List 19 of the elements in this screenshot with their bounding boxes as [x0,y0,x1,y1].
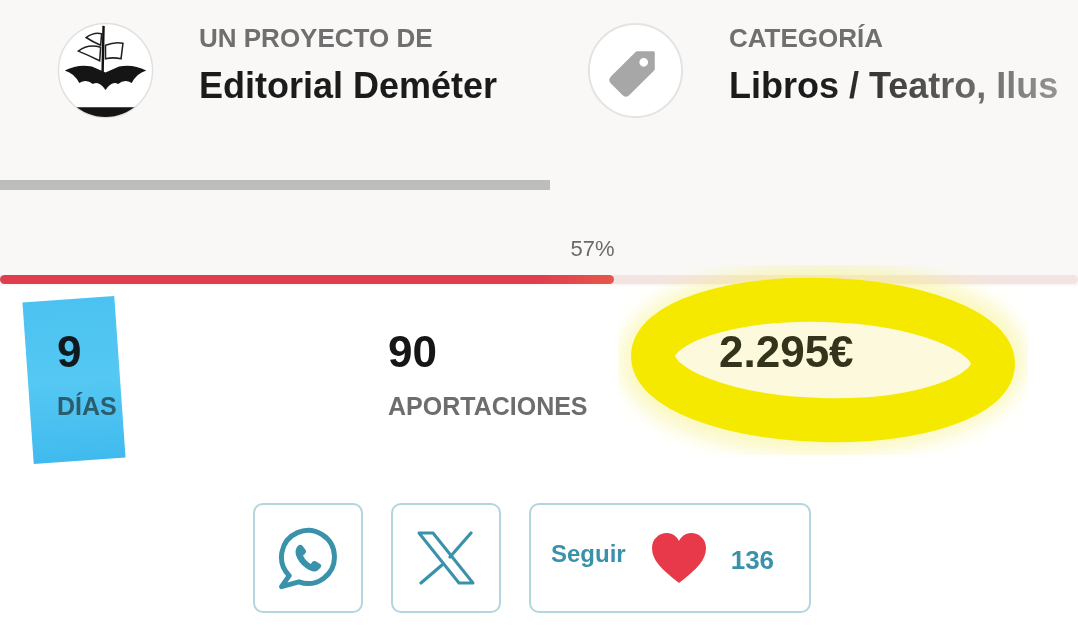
stat-label: APORTACIONES [388,391,588,421]
bat-ship-logo-icon [57,22,154,119]
tag-icon [587,22,684,119]
stat-value: 2.295€ [719,327,854,377]
section-label: UN PROYECTO DE [199,23,433,53]
share-button[interactable] [391,503,501,613]
x-icon [416,531,476,585]
stat-value: 90 [388,327,437,377]
progress-percent: 57% [570,236,615,262]
heart-icon [650,531,707,585]
chat-phone-icon [276,526,340,590]
stat-value: 9 [57,327,82,377]
category-link[interactable]: Libros / Teatro, Ilus [729,64,1059,108]
publisher-name: Editorial Deméter [199,64,498,108]
like-count: 136 [730,545,775,575]
share-button[interactable] [253,503,363,613]
section-label: CATEGORÍA [729,23,884,53]
follow-button[interactable]: Seguir 136 [529,503,811,613]
stat-label: DÍAS [57,391,117,421]
